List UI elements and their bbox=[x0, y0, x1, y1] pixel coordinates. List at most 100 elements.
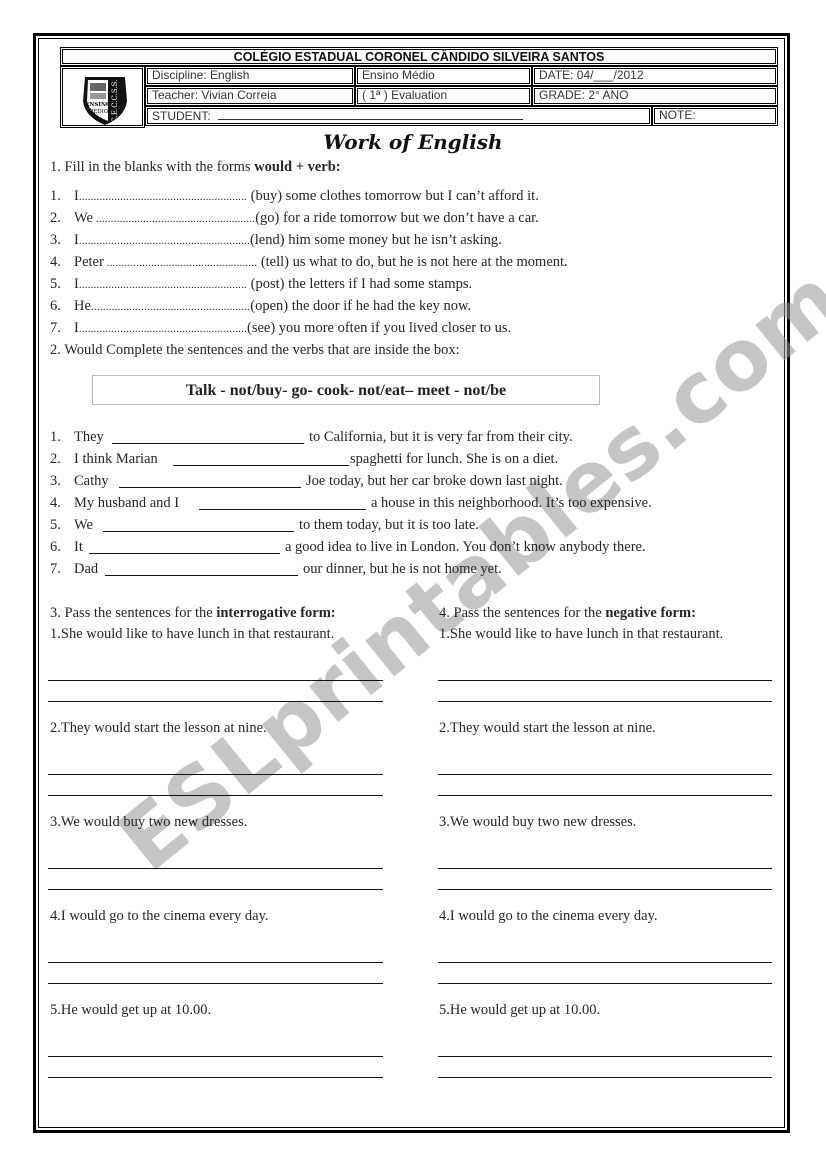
blank-dots[interactable]: ........................................… bbox=[79, 191, 247, 203]
student-label: STUDENT: bbox=[152, 109, 211, 123]
blank-dots[interactable]: ........................................… bbox=[93, 213, 255, 225]
answer-line[interactable] bbox=[438, 868, 772, 869]
answer-blank[interactable] bbox=[112, 443, 304, 444]
answer-line[interactable] bbox=[438, 795, 772, 796]
fill-blank-item: He......................................… bbox=[74, 298, 471, 316]
note-cell[interactable]: NOTE: bbox=[652, 106, 778, 126]
answer-blank[interactable] bbox=[105, 575, 298, 576]
evaluation-cell: ( 1ª ) Evaluation bbox=[355, 86, 532, 106]
section4-question: 5.He would get up at 10.00. bbox=[439, 1002, 601, 1018]
answer-line[interactable] bbox=[48, 1056, 383, 1057]
answer-line[interactable] bbox=[48, 795, 383, 796]
item-number: 2. bbox=[50, 210, 61, 226]
answer-line[interactable] bbox=[438, 701, 772, 702]
level-cell: Ensino Médio bbox=[355, 66, 532, 86]
item-number: 4. bbox=[50, 254, 61, 270]
logo-cell: ENSINO MÉDIO C.E.C.C.S.S. bbox=[60, 66, 145, 128]
item-text-after: spaghetti for lunch. She is on a diet. bbox=[350, 451, 559, 467]
section3-question: 3.We would buy two new dresses. bbox=[50, 814, 248, 830]
svg-text:MÉDIO: MÉDIO bbox=[88, 107, 109, 115]
item-text-after: to California, but it is very far from t… bbox=[309, 429, 573, 445]
school-name: COLÉGIO ESTADUAL CORONEL CÂNDIDO SILVEIR… bbox=[60, 47, 778, 66]
blank-dots[interactable]: ........................................… bbox=[91, 301, 250, 313]
answer-blank[interactable] bbox=[199, 509, 366, 510]
section3-question: 1.She would like to have lunch in that r… bbox=[50, 626, 335, 642]
fill-blank-item: I.......................................… bbox=[74, 320, 511, 338]
item-number: 2. bbox=[50, 451, 61, 467]
item-subject: We bbox=[74, 210, 93, 226]
blank-dots[interactable]: ........................................… bbox=[79, 279, 247, 291]
student-cell[interactable]: STUDENT: bbox=[145, 106, 652, 126]
school-crest-icon: ENSINO MÉDIO C.E.C.C.S.S. bbox=[83, 77, 127, 125]
answer-line[interactable] bbox=[48, 889, 383, 890]
item-number: 5. bbox=[50, 276, 61, 292]
section1-instruction: 1. Fill in the blanks with the forms wou… bbox=[50, 159, 341, 176]
item-rest: (go) for a ride tomorrow but we don’t ha… bbox=[255, 210, 539, 226]
answer-line[interactable] bbox=[48, 701, 383, 702]
fill-blank-item: I.......................................… bbox=[74, 232, 502, 250]
section1-instruction-bold: would + verb: bbox=[254, 159, 341, 175]
item-rest: (post) the letters if I had some stamps. bbox=[247, 276, 473, 292]
item-text-after: to them today, but it is too late. bbox=[299, 517, 479, 533]
item-rest: (see) you more often if you lived closer… bbox=[247, 320, 512, 336]
section3-question: 2.They would start the lesson at nine. bbox=[50, 720, 267, 736]
answer-line[interactable] bbox=[48, 962, 383, 963]
answer-line[interactable] bbox=[438, 983, 772, 984]
section3-instruction-bold: interrogative form: bbox=[216, 605, 336, 621]
fill-blank-item: I.......................................… bbox=[74, 188, 539, 206]
answer-line[interactable] bbox=[48, 1077, 383, 1078]
answer-line[interactable] bbox=[48, 774, 383, 775]
item-text-after: a good idea to live in London. You don’t… bbox=[285, 539, 646, 555]
section3-question: 4.I would go to the cinema every day. bbox=[50, 908, 269, 924]
item-rest: (open) the door if he had the key now. bbox=[250, 298, 472, 314]
svg-text:C.E.C.C.S.S.: C.E.C.C.S.S. bbox=[111, 80, 119, 123]
answer-line[interactable] bbox=[438, 774, 772, 775]
answer-line[interactable] bbox=[438, 1077, 772, 1078]
section4-instruction: 4. Pass the sentences for the negative f… bbox=[439, 605, 696, 622]
item-number: 6. bbox=[50, 298, 61, 314]
answer-line[interactable] bbox=[48, 868, 383, 869]
section3-instruction: 3. Pass the sentences for the interrogat… bbox=[50, 605, 336, 622]
blank-dots[interactable]: ........................................… bbox=[79, 235, 250, 247]
item-text-before: Cathy bbox=[74, 473, 109, 489]
discipline-cell: Discipline: English bbox=[145, 66, 355, 86]
section2-instruction: 2. Would Complete the sentences and the … bbox=[50, 342, 460, 358]
item-number: 3. bbox=[50, 232, 61, 248]
section4-question: 3.We would buy two new dresses. bbox=[439, 814, 637, 830]
answer-line[interactable] bbox=[438, 889, 772, 890]
answer-blank[interactable] bbox=[89, 553, 280, 554]
date-cell[interactable]: DATE: 04/___/2012 bbox=[532, 66, 778, 86]
item-number: 1. bbox=[50, 188, 61, 204]
answer-blank[interactable] bbox=[119, 487, 301, 488]
item-rest: (tell) us what to do, but he is not here… bbox=[257, 254, 568, 270]
item-text-before: Dad bbox=[74, 561, 99, 577]
item-number: 6. bbox=[50, 539, 61, 555]
answer-line[interactable] bbox=[48, 680, 383, 681]
item-text-before: We bbox=[74, 517, 93, 533]
answer-line[interactable] bbox=[438, 962, 772, 963]
item-number: 1. bbox=[50, 429, 61, 445]
verb-box: Talk - not/buy- go- cook- not/eat– meet … bbox=[92, 375, 600, 405]
section4-instruction-bold: negative form: bbox=[605, 605, 696, 621]
blank-dots[interactable]: ........................................… bbox=[79, 323, 247, 335]
svg-text:ENSINO: ENSINO bbox=[85, 102, 111, 108]
answer-blank[interactable] bbox=[103, 531, 294, 532]
answer-blank[interactable] bbox=[173, 465, 349, 466]
item-text-before: I think Marian bbox=[74, 451, 158, 467]
item-number: 5. bbox=[50, 517, 61, 533]
student-name-line[interactable] bbox=[218, 109, 524, 120]
answer-line[interactable] bbox=[48, 983, 383, 984]
answer-line[interactable] bbox=[438, 1056, 772, 1057]
section3-question: 5.He would get up at 10.00. bbox=[50, 1002, 212, 1018]
item-subject: He bbox=[74, 298, 91, 314]
grade-cell: GRADE: 2° ANO bbox=[532, 86, 778, 106]
section4-question: 4.I would go to the cinema every day. bbox=[439, 908, 658, 924]
answer-line[interactable] bbox=[438, 680, 772, 681]
item-text-after: a house in this neighborhood. It’s too e… bbox=[371, 495, 652, 511]
item-text-before: They bbox=[74, 429, 104, 445]
item-number: 7. bbox=[50, 561, 61, 577]
item-text-before: My husband and I bbox=[74, 495, 180, 511]
fill-blank-item: We .....................................… bbox=[74, 210, 539, 228]
blank-dots[interactable]: ........................................… bbox=[104, 257, 257, 269]
item-text-before: It bbox=[74, 539, 83, 555]
